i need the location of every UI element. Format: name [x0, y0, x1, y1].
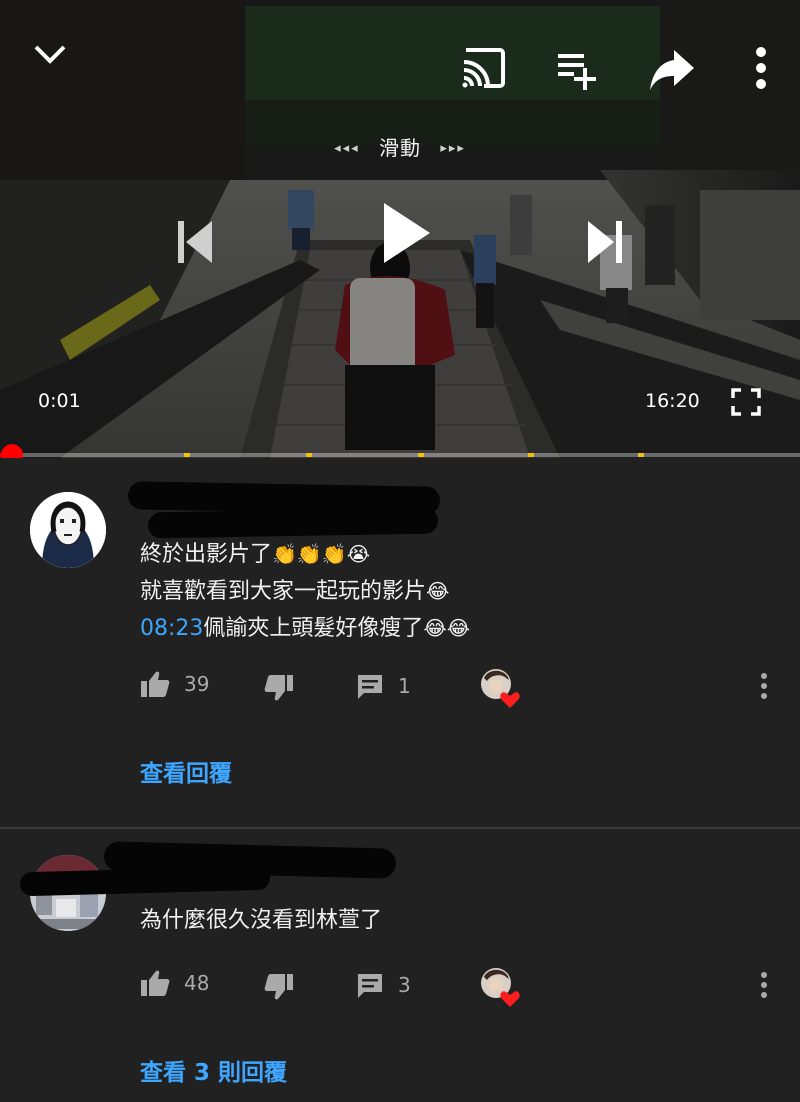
like-count: 48 — [184, 971, 210, 995]
cast-button[interactable] — [454, 40, 510, 96]
emoji: 😂 — [426, 579, 450, 603]
fullscreen-icon — [731, 388, 761, 416]
reply-button[interactable]: 1 — [356, 672, 411, 700]
duration: 16:20 — [645, 390, 700, 412]
comment-body: 終於出影片了👏👏👏😭 就喜歡看到大家一起玩的影片😂 08:23佩諭夾上頭髮好像瘦… — [140, 536, 470, 647]
timestamp-link[interactable]: 08:23 — [140, 616, 203, 641]
thumbs-up-icon — [141, 671, 170, 697]
scrub-arrows-right: ▸▸▸ — [440, 141, 466, 156]
comment-actions: 39 1 — [0, 666, 800, 708]
comment-icon — [358, 675, 382, 699]
creator-avatar-heart-icon — [481, 669, 520, 708]
comment: 為什麼很久沒看到林萱了 48 3 查看 3 則回覆 — [0, 829, 800, 1102]
emoji: 😂😂 — [423, 616, 471, 640]
comment-line: 為什麼很久沒看到林萱了 — [140, 908, 383, 933]
minimize-button[interactable] — [24, 30, 76, 78]
scrub-arrows-left: ◂◂◂ — [334, 141, 360, 156]
creator-avatar-heart-icon — [481, 968, 520, 1007]
comment-line: 就喜歡看到大家一起玩的影片😂 — [140, 579, 450, 604]
player-top-bar — [0, 0, 800, 130]
dislike-button[interactable] — [264, 674, 294, 702]
comment-body: 為什麼很久沒看到林萱了 — [140, 903, 382, 939]
avatar-image — [30, 492, 106, 568]
more-options-button[interactable] — [744, 40, 778, 96]
scrub-label: 滑動 — [379, 136, 421, 160]
previous-icon — [178, 221, 212, 263]
play-button[interactable] — [372, 196, 438, 270]
thumbs-up-icon — [141, 970, 170, 996]
avatar[interactable] — [30, 492, 106, 568]
ad-marker — [306, 453, 312, 457]
view-replies-link[interactable]: 查看 3 則回覆 — [140, 1053, 287, 1087]
add-to-queue-button[interactable] — [550, 44, 602, 96]
fullscreen-button[interactable] — [726, 384, 766, 420]
view-replies-link[interactable]: 查看回覆 — [140, 754, 232, 788]
scrub-hint: ◂◂◂ 滑動 ▸▸▸ — [0, 132, 800, 161]
more-vert-icon — [761, 972, 767, 998]
reply-count: 1 — [398, 674, 411, 698]
cast-icon — [462, 48, 505, 88]
emoji: 👏👏👏😭 — [272, 542, 371, 566]
chevron-down-icon — [34, 45, 66, 64]
progress-bar[interactable] — [0, 444, 800, 458]
add-to-queue-icon — [558, 54, 596, 90]
creator-heart — [480, 967, 520, 1007]
comment: 終於出影片了👏👏👏😭 就喜歡看到大家一起玩的影片😂 08:23佩諭夾上頭髮好像瘦… — [0, 458, 800, 826]
like-count: 39 — [184, 672, 210, 696]
next-button[interactable] — [580, 212, 632, 272]
reply-count: 3 — [398, 973, 411, 997]
ad-marker — [528, 453, 534, 457]
share-icon — [650, 50, 694, 90]
thumbs-down-icon — [264, 675, 293, 701]
more-vert-icon — [761, 673, 767, 699]
ad-marker — [184, 453, 190, 457]
ad-marker — [638, 453, 644, 457]
comment-icon — [358, 974, 382, 998]
reply-button[interactable]: 3 — [356, 971, 411, 999]
ad-marker — [418, 453, 424, 457]
video-player[interactable]: ◂◂◂ 滑動 ▸▸▸ 0:01 16:20 — [0, 0, 800, 458]
redacted-username — [147, 507, 439, 539]
creator-heart — [480, 668, 520, 708]
play-icon — [384, 203, 430, 263]
like-button[interactable]: 48 — [140, 969, 209, 997]
comment-actions: 48 3 — [0, 965, 800, 1007]
previous-button[interactable] — [168, 212, 220, 272]
thumbs-down-icon — [264, 974, 293, 1000]
comment-menu-button[interactable] — [752, 666, 776, 706]
like-button[interactable]: 39 — [140, 670, 209, 698]
current-time: 0:01 — [38, 390, 81, 412]
share-button[interactable] — [644, 40, 700, 96]
next-icon — [588, 221, 622, 263]
comment-line: 終於出影片了👏👏👏😭 — [140, 542, 371, 567]
comment-menu-button[interactable] — [752, 965, 776, 1005]
comment-line: 08:23佩諭夾上頭髮好像瘦了😂😂 — [140, 616, 471, 641]
redacted-username — [19, 865, 271, 897]
dislike-button[interactable] — [264, 973, 294, 1001]
more-vert-icon — [756, 47, 766, 89]
